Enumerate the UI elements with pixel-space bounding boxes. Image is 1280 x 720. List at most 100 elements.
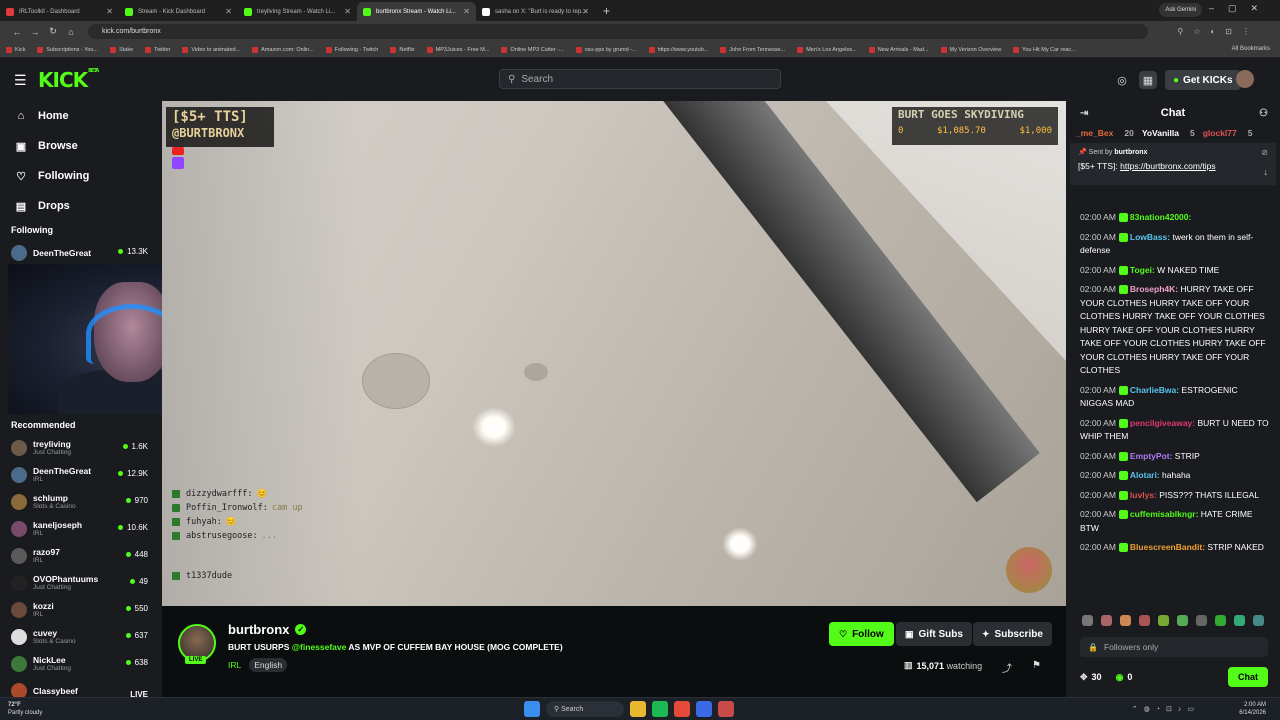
emote-icon[interactable] — [1082, 615, 1093, 626]
recommended-channel[interactable]: razo97 IRL 448 — [0, 542, 162, 569]
message-user[interactable]: Broseph4K: — [1130, 284, 1178, 294]
bookmark-item[interactable]: Online MP3 Cutter -... — [501, 46, 564, 53]
all-bookmarks-button[interactable]: All Bookmarks — [1232, 46, 1270, 52]
message-user[interactable]: Togei: — [1130, 265, 1155, 275]
bookmark-item[interactable]: Video to animated... — [182, 46, 240, 53]
message-user[interactable]: pencilgiveaway: — [1130, 418, 1195, 428]
share-icon[interactable]: ⤴ — [1002, 660, 1012, 675]
kicks-balance[interactable]: ◉ 0 — [1116, 672, 1133, 683]
following-channel[interactable]: DeenTheGreat 13.3K — [0, 239, 162, 266]
clock[interactable]: 2:00 AM 6/14/2026 — [1239, 701, 1266, 717]
emote-icon[interactable] — [1158, 615, 1169, 626]
spotify-icon[interactable] — [652, 701, 668, 717]
back-icon[interactable]: ← — [8, 27, 26, 37]
new-tab-button[interactable]: + — [603, 4, 610, 18]
chat-input[interactable]: 🔒 Followers only — [1080, 637, 1268, 657]
reload-icon[interactable]: ↻ — [44, 26, 62, 37]
library-icon[interactable]: ▦ — [1139, 71, 1157, 89]
system-tray[interactable]: ⌃◍◔⊡♪▭ — [1132, 705, 1200, 713]
recommended-channel[interactable]: OVOPhantuums Just Chatting 49 — [0, 569, 162, 596]
recommended-channel[interactable]: treyliving Just Chatting 1.6K — [0, 434, 162, 461]
chrome-icon[interactable] — [674, 701, 690, 717]
recommended-channel[interactable]: cuvey Slots & Casino 637 — [0, 623, 162, 650]
bookmark-item[interactable]: Twitter — [145, 46, 170, 53]
search-input[interactable]: ⚲ Search — [499, 69, 781, 89]
emote-icon[interactable] — [1101, 615, 1112, 626]
collapse-chat-icon[interactable]: ⇥ — [1080, 108, 1088, 119]
emote-icon[interactable] — [1139, 615, 1150, 626]
message-user[interactable]: BluescreenBandit: — [1130, 542, 1205, 552]
recommended-channel[interactable]: kozzi IRL 550 — [0, 596, 162, 623]
message-user[interactable]: 83nation42000: — [1130, 212, 1191, 222]
emote-icon[interactable] — [1120, 615, 1131, 626]
bookmark-item[interactable]: osu-pps by grumd -... — [575, 46, 637, 53]
gift-subs-button[interactable]: ▣ Gift Subs — [896, 622, 972, 646]
browser-tab[interactable]: sasha on X: "Burt is ready to rep... ✕ — [476, 2, 595, 21]
taskbar-search[interactable]: ⚲ Search — [546, 701, 624, 717]
message-user[interactable]: LowBass: — [1130, 232, 1170, 242]
browser-tab[interactable]: burtbronx Stream - Watch Li... ✕ — [357, 2, 476, 21]
bookmark-item[interactable]: New Arrivals - Mad... — [868, 46, 929, 53]
recommended-channel[interactable]: NickLee Just Chatting 638 — [0, 650, 162, 677]
extension-icons[interactable]: ⚲☆◐⊡⋮ — [1177, 27, 1260, 36]
notification-icon[interactable]: ◎ — [1113, 71, 1131, 89]
recommended-channel[interactable]: kaneljoseph IRL 10.6K — [0, 515, 162, 542]
emote-icon[interactable] — [1253, 615, 1264, 626]
hide-pin-icon[interactable]: ⊘ — [1261, 148, 1268, 157]
pinned-link[interactable]: https://burtbronx.com/tips — [1120, 161, 1215, 171]
bookmark-item[interactable]: https://www.youtub... — [648, 46, 708, 53]
bookmark-item[interactable]: You Hit My Car reac... — [1013, 46, 1076, 53]
subscribe-button[interactable]: ✦ Subscribe — [973, 622, 1052, 646]
gifter[interactable]: _me_Bex 20 — [1076, 128, 1134, 138]
window-controls[interactable]: –▢✕ — [1209, 3, 1272, 14]
menu-icon[interactable]: ☰ — [14, 72, 27, 89]
sidebar-item-drops[interactable]: ▤ Drops — [0, 191, 162, 221]
close-tab-icon[interactable]: ✕ — [582, 7, 589, 16]
category-link[interactable]: IRL — [228, 660, 241, 670]
video-player[interactable]: [$5+ TTS] @BURTBRONX BURT GOES SKYDIVING… — [162, 101, 1066, 606]
bookmark-item[interactable]: Kick — [6, 46, 25, 53]
bookmark-item[interactable]: Men's Los Angeles... — [797, 46, 857, 53]
report-icon[interactable]: ⚑ — [1032, 660, 1041, 671]
streamer-name[interactable]: burtbronx ✓ — [228, 622, 307, 637]
send-chat-button[interactable]: Chat — [1228, 667, 1268, 687]
browser-tab[interactable]: treyliving Stream - Watch Li... ✕ — [238, 2, 357, 21]
bookmark-item[interactable]: My Verizon Overview — [940, 46, 1001, 53]
file-explorer-icon[interactable] — [630, 701, 646, 717]
bookmark-item[interactable]: Subscriptions - You... — [37, 46, 98, 53]
app-icon[interactable] — [718, 701, 734, 717]
message-user[interactable]: cuffemisablkngr: — [1130, 509, 1199, 519]
recommended-channel[interactable]: DeenTheGreat IRL 12.9K — [0, 461, 162, 488]
browser-tab[interactable]: Stream - Kick Dashboard ✕ — [119, 2, 238, 21]
users-icon[interactable]: ⚇ — [1259, 108, 1268, 119]
sidebar-item-browse[interactable]: ▣ Browse — [0, 131, 162, 161]
bookmark-item[interactable]: Stake — [110, 46, 133, 53]
close-tab-icon[interactable]: ✕ — [463, 7, 470, 16]
sidebar-item-home[interactable]: ⌂ Home — [0, 101, 162, 131]
get-kicks-button[interactable]: ● Get KICKs — [1165, 70, 1241, 90]
home-browser-icon[interactable]: ⌂ — [62, 27, 80, 37]
message-user[interactable]: CharlieBwa: — [1130, 385, 1179, 395]
close-tab-icon[interactable]: ✕ — [225, 7, 232, 16]
emote-icon[interactable] — [1215, 615, 1226, 626]
emote-icon[interactable] — [1234, 615, 1245, 626]
bookmark-item[interactable]: Amazon.com: Onlin... — [252, 46, 314, 53]
bookmark-item[interactable]: Following - Twitch — [325, 46, 378, 53]
emote-icon[interactable] — [1196, 615, 1207, 626]
language-tag[interactable]: English — [249, 658, 288, 672]
browser-tab[interactable]: IRLToolkit - Dashboard ✕ — [0, 2, 119, 21]
gifter[interactable]: glockl77 5 — [1203, 128, 1253, 138]
app-icon[interactable] — [696, 701, 712, 717]
close-tab-icon[interactable]: ✕ — [106, 7, 113, 16]
ask-gemini-button[interactable]: Ask Gemini — [1159, 3, 1202, 17]
channel-points[interactable]: ✥ 30 — [1080, 672, 1102, 683]
bookmark-item[interactable]: Netflix — [390, 46, 415, 53]
sidebar-item-following[interactable]: ♡ Following — [0, 161, 162, 191]
weather-widget[interactable]: 72°F Partly cloudy — [8, 701, 42, 717]
message-user[interactable]: Alotari: — [1130, 470, 1160, 480]
url-field[interactable]: kick.com/burtbronx — [88, 24, 1148, 39]
recommended-channel[interactable]: schlump Slots & Casino 970 — [0, 488, 162, 515]
user-avatar[interactable] — [1236, 70, 1254, 88]
bookmark-item[interactable]: John From Tennesse... — [720, 46, 785, 53]
windows-start-icon[interactable] — [524, 701, 540, 717]
